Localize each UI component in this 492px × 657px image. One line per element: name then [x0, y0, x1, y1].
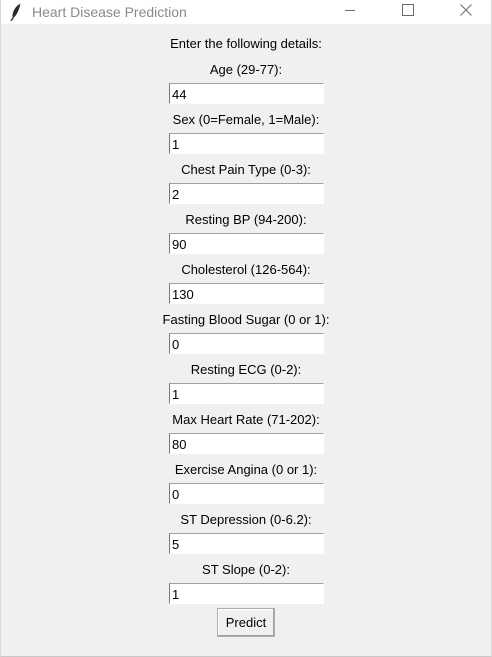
close-icon	[460, 3, 472, 21]
chest-pain-type-label: Chest Pain Type (0-3):	[181, 162, 311, 177]
maximize-icon	[402, 3, 414, 21]
fasting-blood-sugar-input[interactable]	[169, 333, 324, 354]
exercise-angina-label: Exercise Angina (0 or 1):	[174, 462, 318, 477]
resting-bp-input[interactable]	[169, 233, 324, 254]
chest-pain-type-input[interactable]	[169, 183, 324, 204]
max-heart-rate-input[interactable]	[169, 433, 324, 454]
window-title: Heart Disease Prediction	[32, 4, 187, 20]
title-bar[interactable]: Heart Disease Prediction	[1, 0, 491, 24]
cholesterol-label: Cholesterol (126-564):	[181, 262, 311, 277]
fasting-blood-sugar-label: Fasting Blood Sugar (0 or 1):	[162, 312, 330, 327]
resting-bp-label: Resting BP (94-200):	[185, 212, 307, 227]
resting-ecg-label: Resting ECG (0-2):	[190, 362, 302, 377]
resting-ecg-input[interactable]	[169, 383, 324, 404]
form-heading: Enter the following details:	[170, 36, 322, 51]
age-label: Age (29-77):	[209, 62, 283, 77]
form-panel: Enter the following details: Age (29-77)…	[1, 24, 491, 656]
exercise-angina-input[interactable]	[169, 483, 324, 504]
app-window: Heart Disease Prediction Enter the follo…	[0, 0, 492, 657]
maximize-button[interactable]	[379, 0, 437, 24]
max-heart-rate-label: Max Heart Rate (71-202):	[172, 412, 320, 427]
st-slope-label: ST Slope (0-2):	[202, 562, 290, 577]
sex-label: Sex (0=Female, 1=Male):	[172, 112, 320, 127]
st-slope-input[interactable]	[169, 583, 324, 604]
close-button[interactable]	[437, 0, 492, 24]
st-depression-label: ST Depression (0-6.2):	[180, 512, 312, 527]
age-input[interactable]	[169, 83, 324, 104]
minimize-button[interactable]	[321, 0, 379, 24]
cholesterol-input[interactable]	[169, 283, 324, 304]
feather-icon	[10, 3, 22, 22]
minimize-icon	[344, 3, 356, 21]
sex-input[interactable]	[169, 133, 324, 154]
st-depression-input[interactable]	[169, 533, 324, 554]
predict-button[interactable]: Predict	[217, 608, 275, 637]
